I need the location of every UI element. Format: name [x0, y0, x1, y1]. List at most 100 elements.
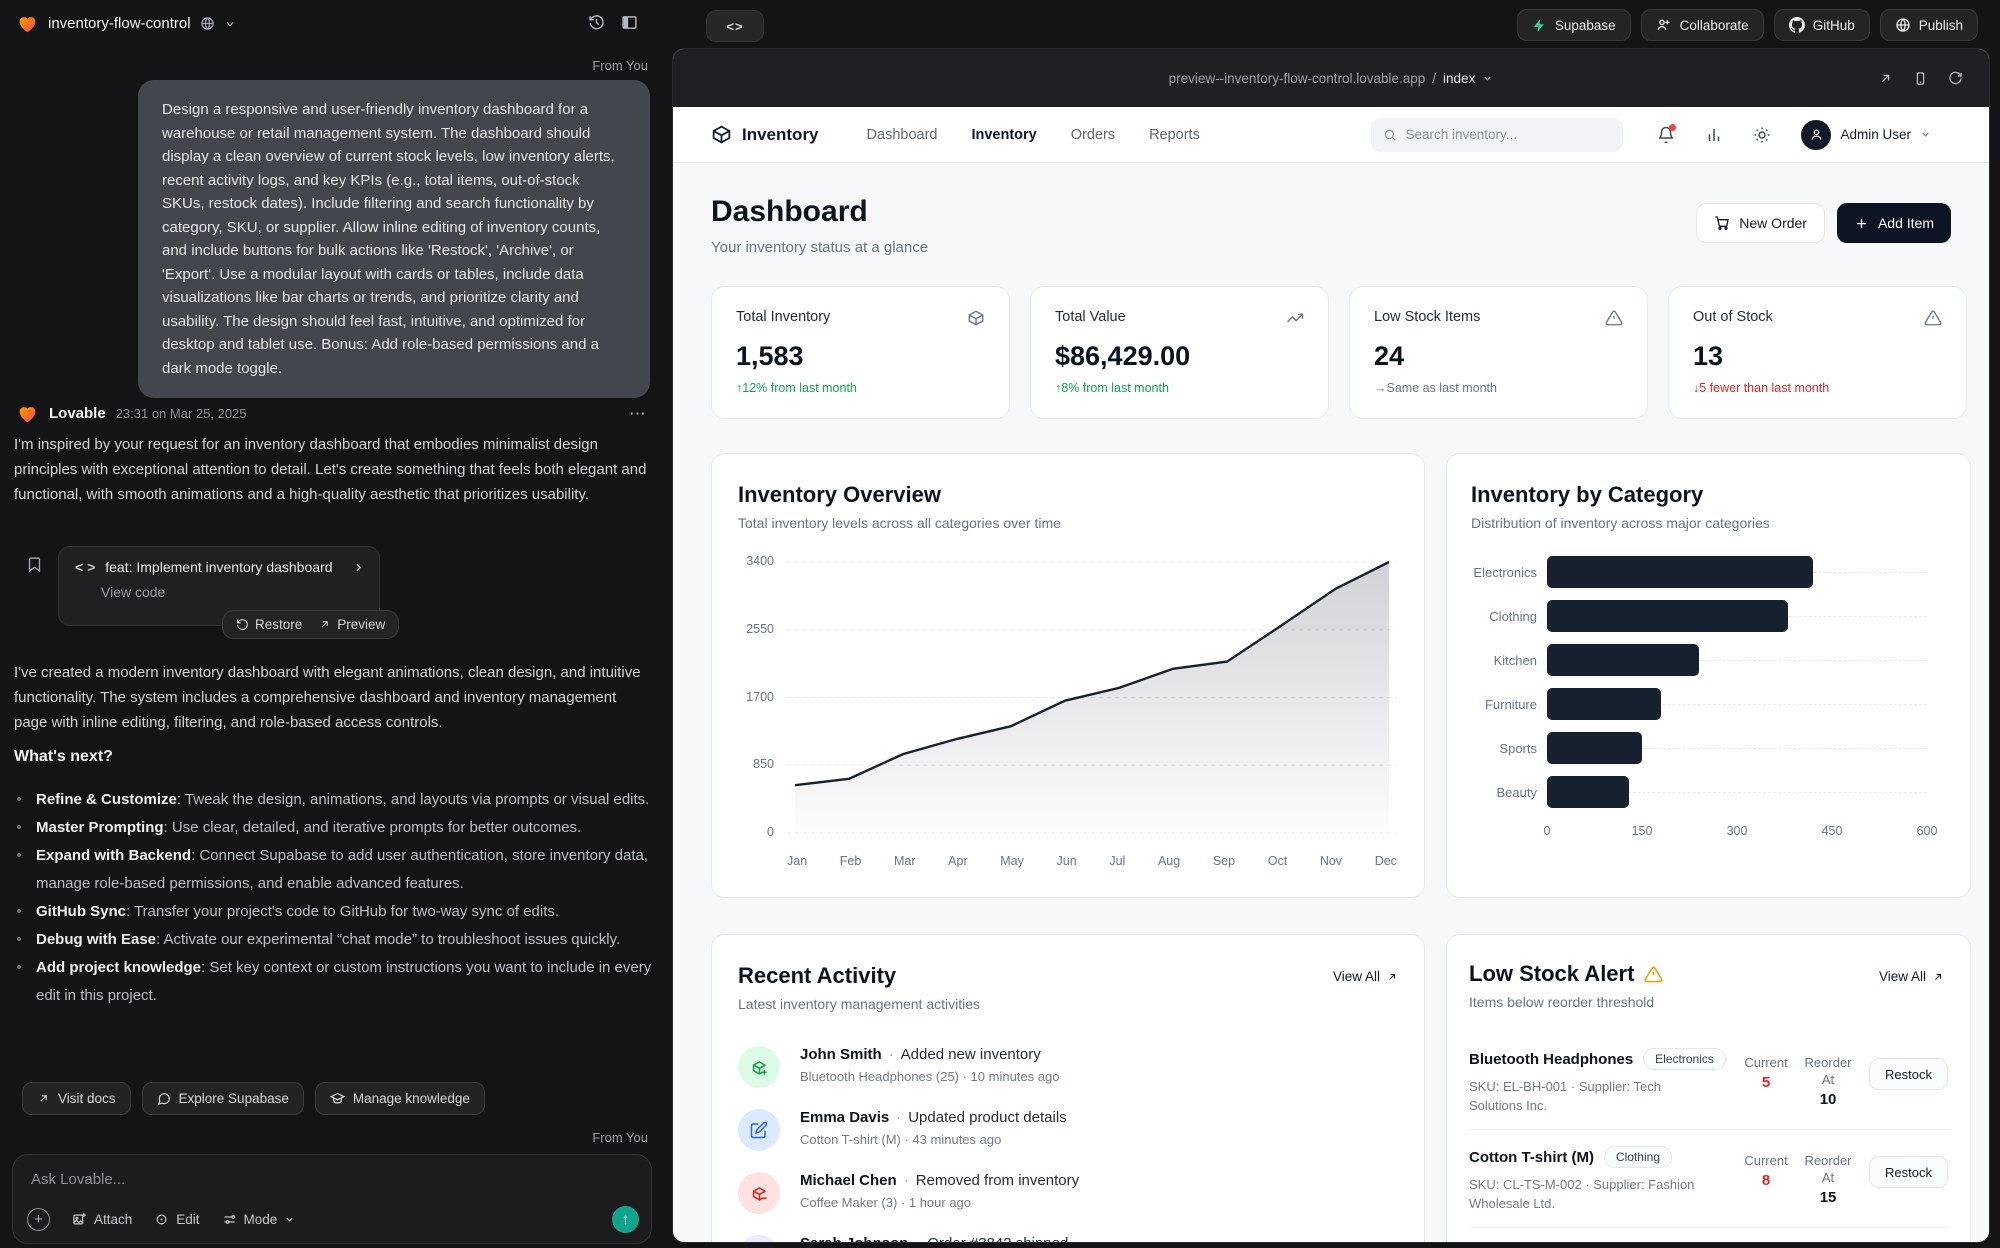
search-input[interactable]: Search inventory... — [1371, 118, 1623, 152]
globe-icon — [200, 16, 215, 31]
recent-activity-card: Recent Activity Latest inventory managem… — [711, 934, 1425, 1243]
view-all-link[interactable]: View All — [1879, 969, 1944, 984]
project-name[interactable]: inventory-flow-control — [48, 15, 191, 32]
message-menu-icon[interactable]: ⋯ — [629, 404, 648, 424]
refresh-icon[interactable] — [1948, 71, 1963, 86]
kpi-card-total-inventory: Total Inventory 1,583 ↑12% from last mon… — [711, 286, 1010, 419]
card-title: Low Stock Alert — [1469, 961, 1634, 987]
activity-row: Emma Davis·Updated product details Cotto… — [738, 1109, 1398, 1151]
restore-button[interactable]: Restore — [236, 617, 302, 632]
nav-orders[interactable]: Orders — [1071, 127, 1115, 143]
category-badge: Clothing — [1604, 1146, 1672, 1168]
app-brand[interactable]: Inventory — [711, 124, 819, 145]
dashboard-content: Dashboard Your inventory status at a gla… — [673, 163, 1989, 1242]
bar — [1547, 600, 1788, 632]
history-icon[interactable] — [588, 14, 605, 31]
inventory-overview-chart — [787, 550, 1397, 850]
trending-up-icon — [1286, 309, 1304, 327]
card-subtitle: Latest inventory management activities — [738, 996, 1398, 1012]
mode-dropdown[interactable]: Mode — [222, 1212, 296, 1227]
preview-button[interactable]: Preview — [318, 617, 385, 632]
chat-input-box[interactable]: Ask Lovable... + Attach Edit Mode ↑ — [12, 1154, 652, 1244]
lovable-heart-logo — [16, 12, 39, 35]
card-subtitle: Items below reorder threshold — [1469, 994, 1948, 1010]
category-bars: ElectronicsClothingKitchenFurnitureSport… — [1459, 550, 1927, 814]
x-tick-label: Jul — [1109, 854, 1125, 868]
edit-button[interactable]: Edit — [154, 1212, 199, 1227]
assistant-name: Lovable — [49, 405, 106, 422]
supabase-button[interactable]: Supabase — [1517, 9, 1631, 41]
bar-row: Beauty — [1459, 770, 1927, 814]
bar-axis-tick: 300 — [1727, 824, 1748, 838]
package-icon — [967, 309, 985, 327]
x-tick-label: Aug — [1158, 854, 1180, 868]
explore-supabase-button[interactable]: Explore Supabase — [142, 1082, 304, 1115]
restock-button[interactable]: Restock — [1869, 1058, 1948, 1090]
list-item: •GitHub Sync: Transfer your project's co… — [14, 898, 652, 926]
plus-icon — [1854, 216, 1869, 231]
bar — [1547, 688, 1661, 720]
activity-row: Sarah Johnson·Order #3842 shipped Desk L… — [738, 1235, 1398, 1243]
bar-label: Beauty — [1459, 785, 1537, 800]
chat-input-placeholder[interactable]: Ask Lovable... — [31, 1171, 633, 1188]
x-tick-label: Sep — [1213, 854, 1235, 868]
view-all-link[interactable]: View All — [1333, 969, 1398, 984]
x-tick-label: Mar — [894, 854, 916, 868]
bar-label: Clothing — [1459, 609, 1537, 624]
assistant-intro: I'm inspired by your request for an inve… — [14, 432, 652, 507]
preview-url[interactable]: preview--inventory-flow-control.lovable.… — [1169, 71, 1494, 86]
low-stock-alert-card: Low Stock Alert Items below reorder thre… — [1446, 934, 1971, 1243]
bar-axis-tick: 600 — [1917, 824, 1938, 838]
sidebar-panel-icon[interactable] — [621, 14, 638, 31]
cart-icon — [1714, 215, 1730, 231]
nav-reports[interactable]: Reports — [1149, 127, 1200, 143]
open-external-icon[interactable] — [1878, 71, 1893, 86]
chat-panel: From You Design a responsive and user-fr… — [0, 48, 660, 1248]
list-item: •Debug with Ease: Activate our experimen… — [14, 926, 652, 954]
restock-button[interactable]: Restock — [1869, 1156, 1948, 1188]
add-attachment-icon[interactable]: + — [27, 1208, 50, 1231]
commit-title[interactable]: feat: Implement inventory dashboard — [105, 559, 332, 575]
bar-label: Furniture — [1459, 697, 1537, 712]
chevron-down-icon[interactable] — [224, 18, 236, 30]
bar-label: Sports — [1459, 741, 1537, 756]
add-item-button[interactable]: Add Item — [1837, 203, 1951, 243]
activity-row: Michael Chen·Removed from inventory Coff… — [738, 1172, 1398, 1214]
attach-button[interactable]: Attach — [72, 1212, 132, 1227]
bar-axis-tick: 150 — [1632, 824, 1653, 838]
bar-chart-icon[interactable] — [1705, 126, 1723, 144]
alert-triangle-icon — [1605, 309, 1623, 327]
x-tick-label: Apr — [948, 854, 967, 868]
visit-docs-button[interactable]: Visit docs — [22, 1082, 131, 1115]
user-menu[interactable]: Admin User — [1801, 120, 1931, 150]
y-tick-label: 3400 — [730, 554, 774, 568]
view-code-link[interactable]: View code — [101, 584, 365, 600]
mobile-view-icon[interactable] — [1913, 71, 1928, 86]
github-button[interactable]: GitHub — [1774, 9, 1870, 41]
lovable-avatar — [16, 402, 39, 425]
package-plus-icon — [738, 1046, 780, 1088]
publish-button[interactable]: Publish — [1880, 9, 1978, 41]
nav-dashboard[interactable]: Dashboard — [867, 127, 938, 143]
y-tick-label: 850 — [730, 757, 774, 771]
pencil-square-icon — [738, 1109, 780, 1151]
bookmark-icon[interactable] — [26, 556, 43, 573]
code-icon: < > — [75, 559, 95, 575]
chevron-down-icon — [1482, 73, 1493, 84]
top-bar: inventory-flow-control <> Supabase Colla… — [0, 0, 2000, 48]
send-button[interactable]: ↑ — [612, 1206, 639, 1233]
bar-row: Furniture — [1459, 682, 1927, 726]
manage-knowledge-button[interactable]: Manage knowledge — [315, 1082, 485, 1115]
y-tick-label: 1700 — [730, 690, 774, 704]
from-you-label: From You — [592, 1130, 648, 1145]
new-order-button[interactable]: New Order — [1696, 203, 1825, 243]
bar — [1547, 776, 1629, 808]
theme-sun-icon[interactable] — [1753, 126, 1771, 144]
avatar — [1801, 120, 1831, 150]
notifications-bell-icon[interactable] — [1657, 126, 1675, 144]
chevron-right-icon[interactable] — [352, 561, 365, 574]
nav-inventory[interactable]: Inventory — [971, 127, 1036, 143]
code-view-toggle[interactable]: <> — [706, 10, 764, 42]
collaborate-button[interactable]: Collaborate — [1641, 9, 1764, 41]
speech-bubble-icon — [157, 1092, 171, 1106]
